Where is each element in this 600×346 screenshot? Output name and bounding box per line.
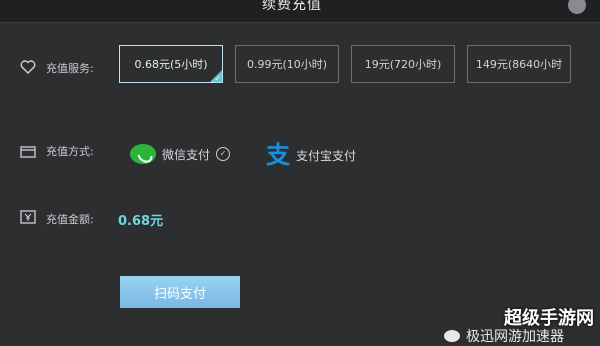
wechat-watermark-icon <box>444 330 460 342</box>
service-option-label: 149元(8640小时 <box>475 58 563 71</box>
title-bar: 续费充值 <box>0 0 600 23</box>
service-option-label: 0.68元(5小时) <box>134 58 208 71</box>
service-option-label: 19元(720小时) <box>364 58 442 71</box>
window-title: 续费充值 <box>262 0 322 13</box>
service-option-10h[interactable]: 0.99元(10小时) <box>235 45 339 83</box>
check-icon: ✓ <box>214 74 221 83</box>
payment-method-row: 充值方式: 微信支付 ✓ 支 支付宝支付 <box>0 140 600 170</box>
amount-row: 充值金额: 0.68元 <box>0 205 600 229</box>
service-label: 充值服务: <box>46 62 94 75</box>
wechat-pay-option[interactable]: 微信支付 ✓ <box>130 144 231 164</box>
close-icon[interactable] <box>568 0 586 14</box>
alipay-label: 支付宝支付 <box>296 148 357 163</box>
wechat-logo-icon <box>130 144 156 164</box>
amount-label: 充值金额: <box>46 213 94 226</box>
service-option-8640h[interactable]: 149元(8640小时 <box>467 45 571 83</box>
service-option-5h[interactable]: 0.68元(5小时) ✓ <box>119 45 223 83</box>
heart-icon <box>20 59 36 78</box>
service-option-720h[interactable]: 19元(720小时) <box>351 45 455 83</box>
amount-value: 0.68元 <box>118 214 164 229</box>
wechat-pay-label: 微信支付 <box>162 147 211 162</box>
alipay-logo-icon: 支 <box>266 141 290 169</box>
alipay-option[interactable]: 支 支付宝支付 <box>266 141 357 169</box>
service-option-label: 0.99元(10小时) <box>246 58 328 71</box>
service-row: 充值服务: 0.68元(5小时) ✓ 0.99元(10小时) 19元(720小时… <box>0 45 600 87</box>
selected-check-icon: ✓ <box>216 147 231 161</box>
yen-icon <box>20 209 36 228</box>
watermark: 超级手游网 <box>504 308 594 329</box>
scan-pay-button[interactable]: 扫码支付 <box>120 276 240 308</box>
card-icon <box>20 143 36 162</box>
payment-method-label: 充值方式: <box>46 145 94 158</box>
